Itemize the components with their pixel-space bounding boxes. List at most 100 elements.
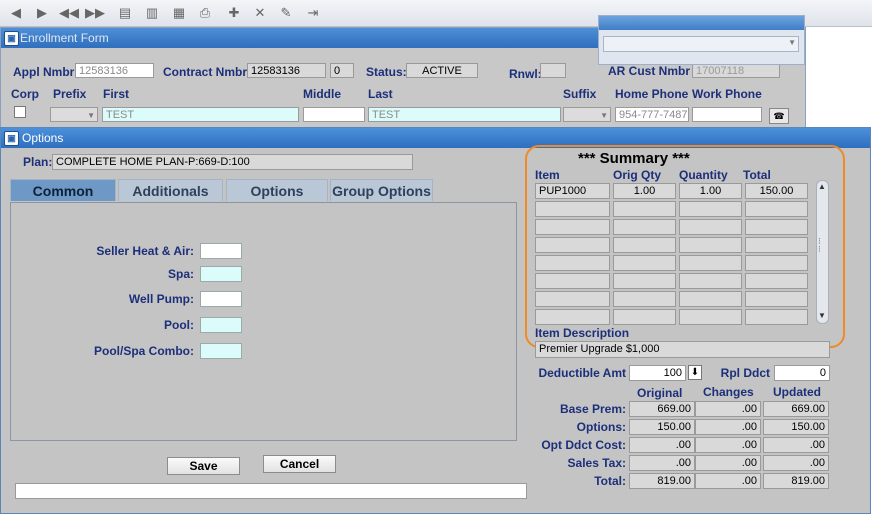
summary-total-cell[interactable] xyxy=(745,309,808,325)
first-icon[interactable]: ◀ xyxy=(7,4,25,22)
contract-nmbr-field[interactable]: 12583136 xyxy=(247,63,326,78)
first-name-field[interactable]: TEST xyxy=(102,107,299,122)
summary-quantity-cell[interactable] xyxy=(679,309,742,325)
tab-additionals[interactable]: Additionals xyxy=(118,179,223,201)
work-phone-field[interactable] xyxy=(692,107,762,122)
summary-total-cell[interactable] xyxy=(745,219,808,235)
summary-orig-qty-cell[interactable] xyxy=(613,219,676,235)
pool-field[interactable] xyxy=(200,317,242,333)
corp-label: Corp xyxy=(11,87,39,101)
summary-total-cell[interactable] xyxy=(745,237,808,253)
popup-select[interactable]: ▼ xyxy=(603,36,799,52)
premium-changes-cell: .00 xyxy=(695,437,761,453)
summary-total-cell[interactable] xyxy=(745,273,808,289)
premium-updated-cell: 669.00 xyxy=(763,401,829,417)
chevron-down-icon: ▼ xyxy=(788,38,796,47)
previous-icon[interactable]: ▶ xyxy=(33,4,51,22)
middle-name-field[interactable] xyxy=(303,107,365,122)
summary-item-cell[interactable] xyxy=(535,291,610,307)
well-pump-field[interactable] xyxy=(200,291,242,307)
summary-item-cell[interactable] xyxy=(535,255,610,271)
premium-row-label: Total: xyxy=(594,474,626,488)
premium-row-label: Base Prem: xyxy=(559,402,626,416)
summary-item-cell[interactable] xyxy=(535,309,610,325)
insert-record-icon[interactable]: ✚ xyxy=(225,4,243,22)
suffix-select[interactable]: ▼ xyxy=(563,107,611,122)
spa-field[interactable] xyxy=(200,266,242,282)
ar-cust-field[interactable]: 17007118 xyxy=(692,63,780,78)
rnwl-field[interactable] xyxy=(540,63,566,78)
save-button[interactable]: Save xyxy=(167,457,240,475)
popup-title-bar xyxy=(599,16,804,30)
corp-checkbox[interactable] xyxy=(14,106,26,118)
last-label: Last xyxy=(368,87,393,101)
background-popup-window: ▼ xyxy=(598,15,805,65)
summary-quantity-cell[interactable] xyxy=(679,255,742,271)
deductible-lookup-button[interactable]: ⬇ xyxy=(688,365,702,380)
home-phone-field[interactable]: 954-777-7487 xyxy=(615,107,689,122)
summary-item-cell[interactable] xyxy=(535,273,610,289)
premium-row-label: Options: xyxy=(576,420,626,434)
exit-icon[interactable]: ⇥ xyxy=(304,4,322,22)
summary-quantity-cell[interactable] xyxy=(679,273,742,289)
premium-changes-cell: .00 xyxy=(695,401,761,417)
tab-options[interactable]: Options xyxy=(226,179,328,201)
deductible-amt-field[interactable]: 100 xyxy=(629,365,686,381)
summary-quantity-cell[interactable] xyxy=(679,237,742,253)
previous-page-icon[interactable]: ◀◀ xyxy=(59,4,79,22)
print-icon[interactable]: ⎙ xyxy=(196,4,214,22)
rpl-ddct-label: Rpl Ddct xyxy=(720,366,770,380)
last-name-field[interactable]: TEST xyxy=(368,107,561,122)
premium-original-cell: 819.00 xyxy=(629,473,695,489)
plan-label: Plan: xyxy=(23,155,53,169)
plan-field[interactable]: COMPLETE HOME PLAN-P:669-D:100 xyxy=(52,154,413,170)
pool-spa-combo-label: Pool/Spa Combo: xyxy=(94,344,194,358)
query-execute-icon[interactable]: ▥ xyxy=(143,4,161,22)
next-page-icon[interactable]: ▶▶ xyxy=(85,4,105,22)
cancel-button[interactable]: Cancel xyxy=(263,455,336,473)
summary-orig-qty-cell[interactable] xyxy=(613,237,676,253)
prefix-label: Prefix xyxy=(53,87,87,101)
summary-total-cell[interactable] xyxy=(745,291,808,307)
summary-orig-qty-cell[interactable] xyxy=(613,201,676,217)
summary-orig-qty-cell[interactable] xyxy=(613,291,676,307)
summary-scrollbar[interactable]: ▲ ⁝ ⁝ ▼ xyxy=(816,180,829,324)
prefix-select[interactable]: ▼ xyxy=(50,107,98,122)
phone-detail-button[interactable]: ☎ xyxy=(769,108,789,124)
pool-spa-combo-field[interactable] xyxy=(200,343,242,359)
summary-orig-qty-cell[interactable] xyxy=(613,309,676,325)
appl-nmbr-field[interactable]: 12583136 xyxy=(75,63,154,78)
list-icon[interactable]: ▦ xyxy=(170,4,188,22)
summary-item-cell[interactable] xyxy=(535,237,610,253)
summary-orig-qty-cell[interactable] xyxy=(613,255,676,271)
summary-item-cell[interactable] xyxy=(535,201,610,217)
summary-item-cell[interactable]: PUP1000 xyxy=(535,183,610,199)
item-description-field[interactable]: Premier Upgrade $1,000 xyxy=(535,341,830,358)
contract-seq-field[interactable]: 0 xyxy=(330,63,354,78)
summary-orig-qty-cell[interactable]: 1.00 xyxy=(613,183,676,199)
tab-group-options[interactable]: Group Options xyxy=(330,179,433,201)
premium-updated-cell: .00 xyxy=(763,437,829,453)
summary-quantity-cell[interactable]: 1.00 xyxy=(679,183,742,199)
summary-orig-qty-cell[interactable] xyxy=(613,273,676,289)
common-tab-panel: Seller Heat & Air: Spa: Well Pump: Pool:… xyxy=(10,202,517,441)
seller-heat-air-field[interactable] xyxy=(200,243,242,259)
tab-common[interactable]: Common xyxy=(10,179,116,201)
summary-header-item: Item xyxy=(535,168,560,182)
item-description-label: Item Description xyxy=(535,326,630,340)
summary-quantity-cell[interactable] xyxy=(679,219,742,235)
summary-total-cell[interactable] xyxy=(745,201,808,217)
summary-quantity-cell[interactable] xyxy=(679,201,742,217)
home-phone-label: Home Phone xyxy=(615,87,689,101)
clear-icon[interactable]: ✎ xyxy=(277,4,295,22)
rpl-ddct-field[interactable]: 0 xyxy=(774,365,830,381)
delete-record-icon[interactable]: ✕ xyxy=(251,4,269,22)
summary-total-cell[interactable]: 150.00 xyxy=(745,183,808,199)
summary-total-cell[interactable] xyxy=(745,255,808,271)
scroll-up-icon[interactable]: ▲ xyxy=(818,182,826,191)
summary-item-cell[interactable] xyxy=(535,219,610,235)
summary-quantity-cell[interactable] xyxy=(679,291,742,307)
query-icon[interactable]: ▤ xyxy=(116,4,134,22)
scroll-grip-icon[interactable]: ⁝ ⁝ xyxy=(818,237,821,254)
scroll-down-icon[interactable]: ▼ xyxy=(818,311,826,320)
